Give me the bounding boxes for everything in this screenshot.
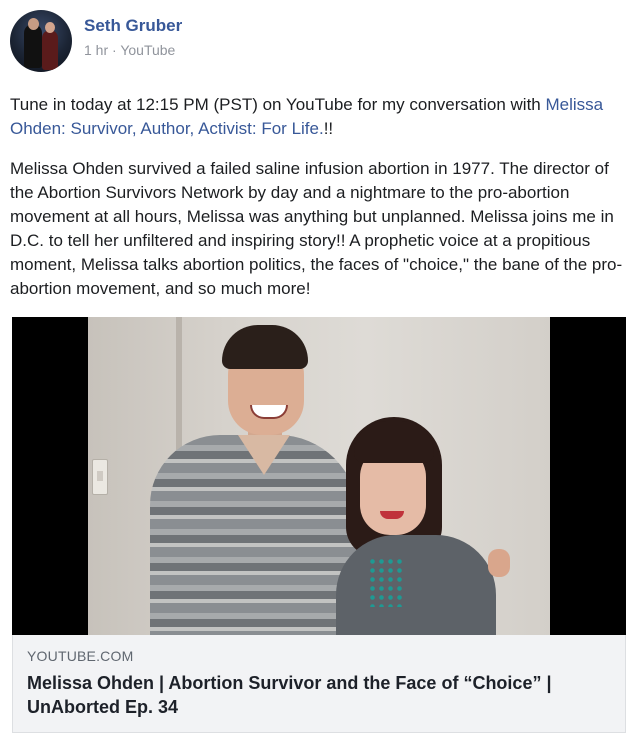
avatar-figure (42, 30, 58, 70)
post-header: Seth Gruber 1 hr · YouTube (10, 10, 630, 74)
link-source: YOUTUBE.COM (27, 648, 134, 664)
post-paragraph: Tune in today at 12:15 PM (PST) on YouTu… (10, 93, 630, 141)
avatar-figure-head (45, 22, 55, 33)
man-hair (222, 325, 308, 369)
turquoise-necklace (368, 557, 404, 607)
post-meta[interactable]: 1 hr · YouTube (84, 42, 175, 58)
post-text-suffix: !! (323, 119, 334, 138)
author-name[interactable]: Seth Gruber (84, 16, 182, 36)
link-preview[interactable]: YOUTUBE.COM Melissa Ohden | Abortion Sur… (12, 635, 626, 733)
woman-sweater (336, 535, 496, 635)
light-switch (92, 459, 108, 495)
avatar-figure-head (28, 18, 39, 30)
author-avatar[interactable] (10, 10, 72, 72)
post-text-intro: Tune in today at 12:15 PM (PST) on YouTu… (10, 95, 541, 114)
thumbnail-photo (88, 317, 550, 635)
post-paragraph: Melissa Ohden survived a failed saline i… (10, 159, 623, 298)
hand-on-shoulder (488, 549, 510, 577)
man-shirt (150, 435, 358, 635)
video-thumbnail[interactable] (12, 317, 626, 635)
avatar-figure (24, 24, 42, 68)
post-text: Tune in today at 12:15 PM (PST) on YouTu… (10, 93, 630, 317)
woman-bangs (354, 421, 434, 463)
link-title[interactable]: Melissa Ohden | Abortion Survivor and th… (27, 671, 617, 719)
